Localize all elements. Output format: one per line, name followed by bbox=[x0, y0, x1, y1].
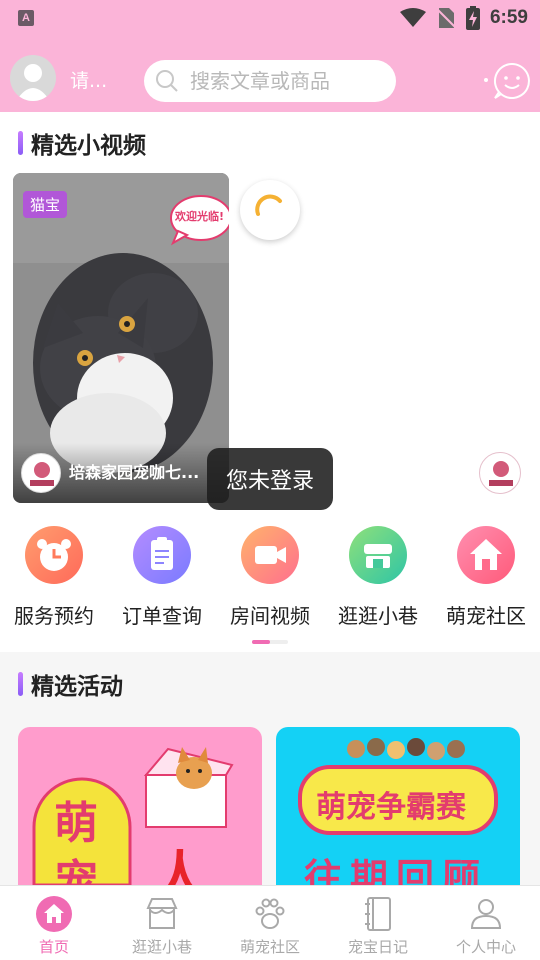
toast-message: 您未登录 bbox=[207, 448, 333, 510]
login-hint[interactable]: 请... bbox=[70, 66, 107, 93]
avatar[interactable] bbox=[10, 55, 56, 101]
chat-smile-icon[interactable] bbox=[492, 61, 532, 101]
alarm-clock-icon bbox=[25, 526, 83, 584]
pager-active-indicator bbox=[252, 640, 270, 644]
activity-card-text: 萌 bbox=[54, 798, 98, 849]
videos-section-title: 精选小视频 bbox=[18, 126, 146, 160]
shop-logo-icon bbox=[30, 462, 54, 486]
search-icon bbox=[156, 70, 178, 92]
section-title-text: 精选小视频 bbox=[31, 133, 146, 159]
notebook-icon bbox=[358, 894, 398, 934]
video-camera-icon bbox=[241, 526, 299, 584]
quick-nav-pet-community[interactable]: 萌宠社区 bbox=[432, 522, 540, 629]
bottom-tab-bar: 首页 逛逛小巷 萌宠社区 宠宝日记 个人中心 bbox=[0, 885, 540, 960]
quick-nav-label: 萌宠社区 bbox=[446, 604, 526, 628]
activities-section-title: 精选活动 bbox=[18, 667, 123, 701]
video-sticker-text: 欢迎光临! bbox=[175, 210, 225, 223]
tab-label: 萌宠社区 bbox=[239, 938, 300, 956]
home-icon bbox=[34, 894, 74, 934]
spinner-icon bbox=[255, 194, 282, 216]
tab-home[interactable]: 首页 bbox=[0, 886, 108, 960]
video-author-avatar-2[interactable] bbox=[479, 452, 521, 494]
tab-shop[interactable]: 逛逛小巷 bbox=[108, 886, 216, 960]
tab-profile[interactable]: 个人中心 bbox=[432, 886, 540, 960]
default-avatar-icon bbox=[16, 64, 50, 101]
activity-subtitle-text: 往期回顾 bbox=[304, 856, 489, 885]
video-title: 培森家园宠咖七... bbox=[69, 463, 200, 482]
quick-nav-label: 逛逛小巷 bbox=[338, 604, 418, 628]
activity-card-1[interactable]: 萌 宠 人 bbox=[18, 727, 262, 885]
no-sim-icon bbox=[436, 8, 456, 28]
tab-community[interactable]: 萌宠社区 bbox=[216, 886, 324, 960]
tab-label: 宠宝日记 bbox=[347, 938, 408, 956]
chat-indicator-dot bbox=[484, 78, 488, 82]
tab-label: 个人中心 bbox=[455, 938, 516, 956]
header: 请... bbox=[0, 36, 540, 112]
quick-nav-label: 订单查询 bbox=[122, 604, 202, 628]
shop-logo-icon bbox=[489, 461, 513, 486]
house-icon bbox=[457, 526, 515, 584]
section-accent-bar bbox=[18, 672, 23, 696]
quick-nav-label: 房间视频 bbox=[230, 604, 310, 628]
video-card[interactable]: 猫宝 欢迎光临! 培森家园宠咖七... bbox=[13, 173, 229, 503]
shop-icon bbox=[142, 894, 182, 934]
tab-label: 首页 bbox=[38, 938, 69, 956]
battery-charging-icon bbox=[465, 6, 480, 30]
activity-card-text: 宠 bbox=[54, 856, 98, 885]
quick-nav-room-video[interactable]: 房间视频 bbox=[216, 522, 324, 629]
quick-nav-browse-lanes[interactable]: 逛逛小巷 bbox=[324, 522, 432, 629]
status-icons: 6:59 bbox=[399, 4, 528, 32]
clipboard-icon bbox=[133, 526, 191, 584]
video-author-avatar[interactable] bbox=[21, 453, 61, 493]
status-time: 6:59 bbox=[489, 7, 528, 28]
video-category-tag: 猫宝 bbox=[23, 191, 68, 218]
activity-card-text: 人 bbox=[152, 846, 208, 885]
quick-nav: 服务预约 订单查询 房间视频 逛逛小巷 萌宠社区 bbox=[0, 522, 540, 632]
paw-icon bbox=[250, 894, 290, 934]
quick-nav-pager bbox=[252, 640, 288, 644]
status-bar: A 6:59 bbox=[0, 0, 540, 36]
quick-nav-service-booking[interactable]: 服务预约 bbox=[0, 522, 108, 629]
app-notification-icon: A bbox=[18, 10, 34, 26]
activity-card-2[interactable]: 萌宠争霸赛 往期回顾 bbox=[276, 727, 520, 885]
section-title-text: 精选活动 bbox=[31, 674, 123, 700]
loading-spinner bbox=[240, 180, 300, 240]
section-accent-bar bbox=[18, 131, 23, 155]
search-input[interactable] bbox=[190, 69, 390, 93]
activity-banner-text: 萌宠争霸赛 bbox=[316, 790, 466, 825]
tab-diary[interactable]: 宠宝日记 bbox=[324, 886, 432, 960]
person-icon bbox=[466, 894, 506, 934]
wifi-icon bbox=[399, 8, 426, 27]
tab-label: 逛逛小巷 bbox=[131, 938, 192, 956]
quick-nav-label: 服务预约 bbox=[14, 604, 94, 628]
storefront-icon bbox=[349, 526, 407, 584]
quick-nav-order-query[interactable]: 订单查询 bbox=[108, 522, 216, 629]
search-box[interactable] bbox=[144, 60, 396, 102]
